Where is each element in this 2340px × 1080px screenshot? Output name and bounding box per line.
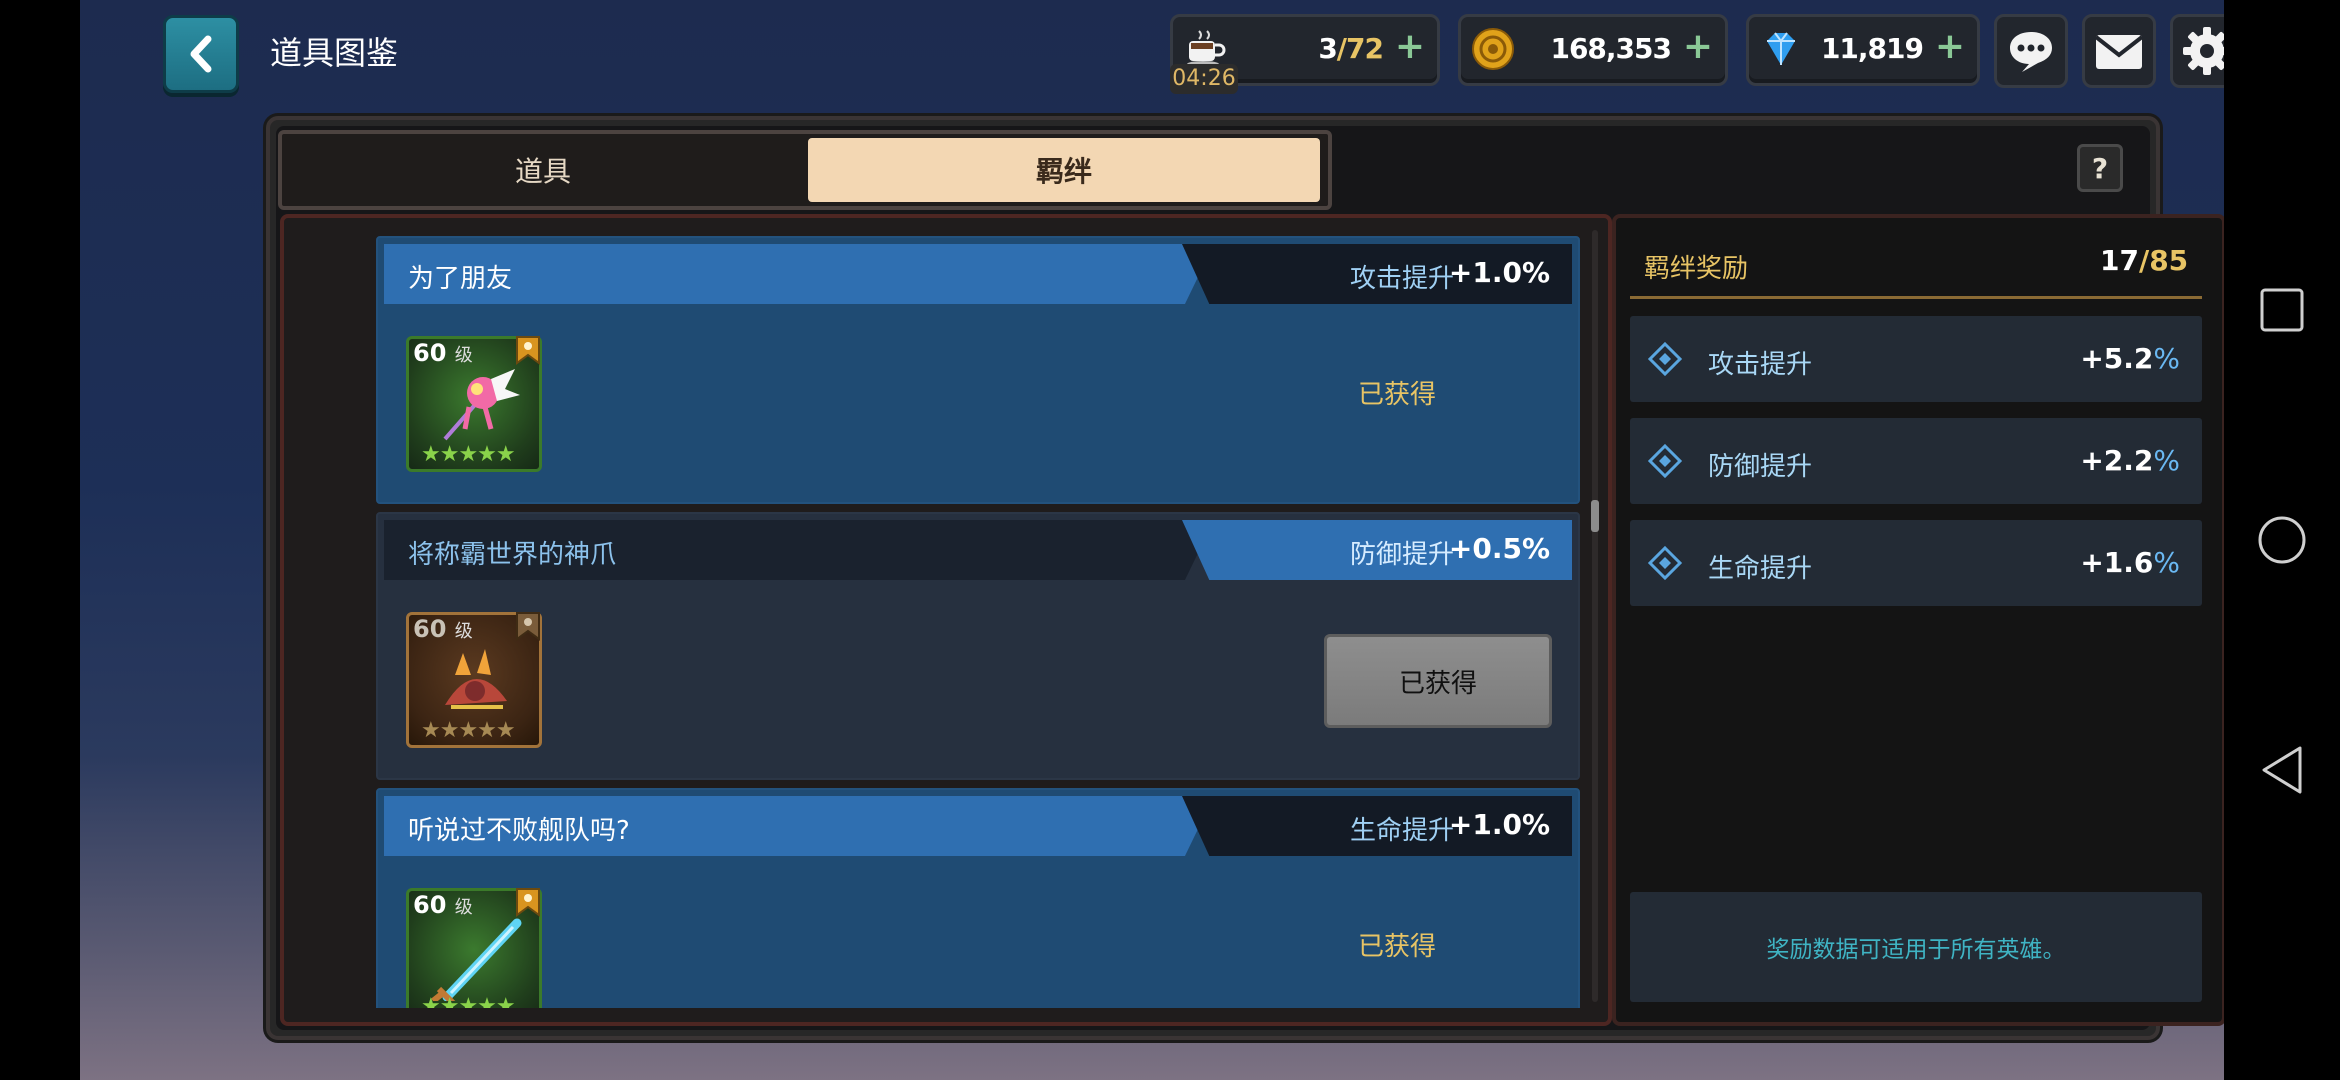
- item-art-icon: [443, 369, 520, 441]
- bookmark-badge-icon: [516, 612, 540, 641]
- rewards-count: 17/85: [2100, 244, 2189, 277]
- item-art-icon: [445, 649, 507, 709]
- gem-counter[interactable]: 11,819 +: [1746, 14, 1980, 86]
- chat-bubble-icon: [2010, 32, 2052, 72]
- bond-stat-name: 防御提升: [1349, 540, 1454, 570]
- item-art-icon: [431, 918, 522, 1001]
- reward-row-defense: 防御提升 +2.2%: [1630, 418, 2202, 504]
- item-level: 60 级: [413, 339, 473, 367]
- reward-label: 防御提升: [1708, 452, 1813, 482]
- gem-value: 11,819: [1820, 32, 1924, 65]
- bond-stat-value: +1.0%: [1448, 808, 1550, 841]
- back-button[interactable]: [163, 15, 239, 93]
- bond-entry[interactable]: 听说过不败舰队吗? 生命提升 +1.0% 60 级 ★★★★★ 已获得: [376, 788, 1580, 1008]
- item-card[interactable]: 60 级 ★★★★★: [406, 612, 542, 748]
- item-stars: ★★★★★: [421, 718, 516, 743]
- diamond-icon: [1648, 444, 1682, 478]
- tab-bar: 道具 羁绊: [278, 130, 1332, 210]
- bond-name: 将称霸世界的神爪: [408, 540, 617, 570]
- obtained-status: 已获得: [1358, 380, 1437, 410]
- scrollbar-track[interactable]: [1592, 230, 1598, 1002]
- bond-entry-clip: 听说过不败舰队吗? 生命提升 +1.0% 60 级 ★★★★★ 已获得: [376, 788, 1582, 1008]
- chevron-left-icon: [190, 35, 212, 73]
- bond-stat-value: +0.5%: [1448, 532, 1550, 565]
- triangle-back-icon: [2262, 746, 2302, 794]
- gear-icon: [2183, 27, 2224, 75]
- chat-button[interactable]: [1994, 14, 2068, 88]
- mail-button[interactable]: [2082, 14, 2156, 88]
- diamond-icon: [1648, 546, 1682, 580]
- reward-value: +2.2%: [2080, 444, 2180, 477]
- add-stamina-button[interactable]: +: [1395, 27, 1425, 67]
- rewards-note: 奖励数据可适用于所有英雄。: [1630, 892, 2202, 1002]
- gold-value: 168,353: [1550, 32, 1672, 65]
- circle-icon: [2258, 516, 2306, 564]
- bond-name: 听说过不败舰队吗?: [408, 816, 630, 846]
- item-stars: ★★★★★: [421, 994, 516, 1008]
- stamina-timer: 04:26: [1170, 64, 1238, 94]
- back-nav-button[interactable]: [2224, 730, 2340, 810]
- item-stars: ★★★★★: [421, 442, 516, 467]
- item-level: 60 级: [413, 891, 473, 919]
- home-button[interactable]: [2224, 500, 2340, 580]
- bookmark-badge-icon: [516, 336, 540, 365]
- gem-icon: [1767, 32, 1795, 65]
- item-card[interactable]: 60 级 ★★★★★: [406, 888, 542, 1008]
- obtained-status: 已获得: [1358, 932, 1437, 962]
- reward-row-attack: 攻击提升 +5.2%: [1630, 316, 2202, 402]
- diamond-icon: [1648, 342, 1682, 376]
- reward-value: +5.2%: [2080, 342, 2180, 375]
- bond-stat-name: 生命提升: [1349, 816, 1454, 846]
- tab-items[interactable]: 道具: [286, 138, 800, 202]
- page-title: 道具图鉴: [270, 34, 399, 72]
- tab-bonds[interactable]: 羁绊: [808, 138, 1320, 202]
- rewards-title: 羁绊奖励: [1644, 254, 1749, 284]
- square-icon: [2260, 288, 2304, 332]
- bond-name: 为了朋友: [408, 264, 513, 294]
- stamina-current: 3: [1318, 32, 1338, 65]
- bond-stat-name: 攻击提升: [1349, 264, 1454, 294]
- recents-button[interactable]: [2224, 270, 2340, 350]
- stamina-max: /72: [1336, 32, 1384, 65]
- system-nav-bar: [2224, 0, 2340, 1080]
- reward-label: 生命提升: [1708, 554, 1813, 584]
- help-button[interactable]: ?: [2077, 144, 2123, 192]
- bond-entry[interactable]: 将称霸世界的神爪 防御提升 +0.5% 60 级 ★★★★★ 已获得: [376, 512, 1580, 780]
- reward-label: 攻击提升: [1708, 350, 1813, 380]
- reward-row-hp: 生命提升 +1.6%: [1630, 520, 2202, 606]
- bookmark-badge-icon: [516, 888, 540, 917]
- scrollbar-thumb[interactable]: [1591, 500, 1599, 532]
- obtained-button[interactable]: 已获得: [1324, 634, 1552, 728]
- stamina-value: 3/72: [1318, 32, 1384, 65]
- mail-icon: [2094, 35, 2144, 69]
- bond-stat-value: +1.0%: [1448, 256, 1550, 289]
- gold-counter[interactable]: 168,353 +: [1458, 14, 1728, 86]
- item-card[interactable]: 60 级 ★★★★★: [406, 336, 542, 472]
- bond-entry[interactable]: 为了朋友 攻击提升 +1.0% 60 级 ★★★★★ 已获得: [376, 236, 1580, 504]
- reward-value: +1.6%: [2080, 546, 2180, 579]
- gold-coin-icon: [1472, 28, 1514, 70]
- add-gems-button[interactable]: +: [1935, 27, 1965, 67]
- divider: [1630, 296, 2202, 299]
- game-screen: 道具图鉴 3/72 + 04:26 168,353 + 11,819 + 道具 …: [80, 0, 2224, 1080]
- add-gold-button[interactable]: +: [1683, 27, 1713, 67]
- settings-button[interactable]: [2170, 14, 2224, 88]
- item-level: 60 级: [413, 615, 473, 643]
